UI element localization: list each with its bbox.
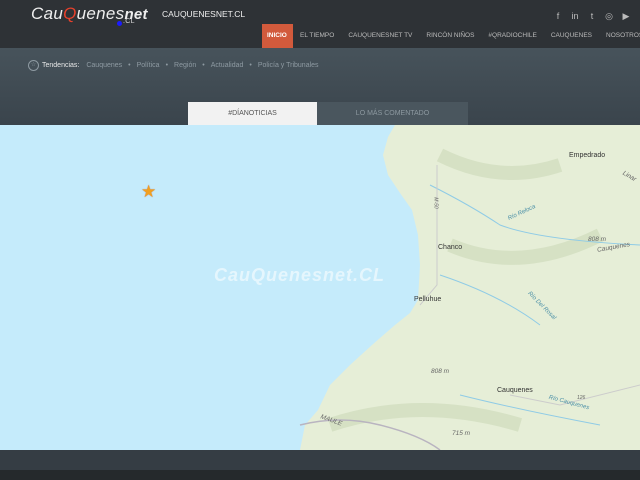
header: CauQuenesnet .CL CAUQUENESNET.CL f in t ◎…	[0, 0, 640, 48]
site-logo[interactable]: CauQuenesnet .CL	[31, 4, 148, 26]
star-marker-icon[interactable]: ★	[141, 182, 156, 202]
trend-link[interactable]: Política	[137, 62, 160, 69]
site-name[interactable]: CAUQUENESNET.CL	[162, 9, 245, 19]
map-label: Chanco	[438, 244, 463, 251]
tab-lo-mas-comentado[interactable]: LO MÁS COMENTADO	[317, 102, 468, 125]
logo-text: Cau	[31, 4, 64, 23]
trend-link[interactable]: Región	[174, 62, 196, 69]
logo-text: uenes	[76, 4, 125, 23]
footer-bottom	[0, 470, 640, 480]
instagram-icon[interactable]: ◎	[605, 11, 613, 22]
map-label: Empedrado	[569, 152, 606, 159]
nav-cauquenes[interactable]: CAUQUENES	[544, 24, 599, 48]
nav-el-tiempo[interactable]: EL TIEMPO	[293, 24, 341, 48]
trend-link[interactable]: Cauquenes	[86, 62, 122, 69]
map-label: 808 m	[588, 236, 607, 243]
nav-rincon-ninos[interactable]: RINCÓN NIÑOS	[419, 24, 481, 48]
map-land	[299, 125, 640, 450]
news-tabs: #DÍANOTICIAS LO MÁS COMENTADO	[188, 102, 468, 125]
nav-inicio[interactable]: INICIO	[262, 24, 293, 48]
map-label: Cauquenes	[497, 387, 533, 394]
map-label: 808 m	[431, 368, 450, 375]
youtube-icon[interactable]: ▶	[622, 11, 630, 22]
social-links: f in t ◎ ▶	[554, 11, 630, 22]
map[interactable]: CauQuenesnet.CL ★ Empedrado Chanco Pellu…	[0, 125, 640, 450]
trend-link[interactable]: Policía y Tribunales	[258, 62, 319, 69]
map-label: 715 m	[452, 430, 471, 437]
trends-label: Tendencias:	[42, 62, 80, 69]
star-circle-icon: ☆	[28, 60, 39, 71]
trends-bar: ☆ Tendencias: Cauquenes • Política • Regió…	[28, 60, 319, 71]
nav-qradiochile[interactable]: #QRADIOCHILE	[481, 24, 543, 48]
tab-dianoticias[interactable]: #DÍANOTICIAS	[188, 102, 317, 125]
linkedin-icon[interactable]: in	[571, 11, 579, 22]
map-label: Pelluhue	[414, 296, 442, 303]
main-nav: INICIO EL TIEMPO CAUQUENESNET TV RINCÓN …	[262, 24, 640, 48]
road-label: 126	[577, 395, 586, 401]
twitter-icon[interactable]: t	[588, 11, 596, 22]
facebook-icon[interactable]: f	[554, 11, 562, 22]
logo-text: .CL	[123, 18, 135, 25]
nav-nosotros[interactable]: NOSOTROS	[599, 24, 640, 48]
road-label: M-50	[432, 197, 439, 209]
logo-text: Q	[63, 4, 77, 23]
nav-cauquenesnet-tv[interactable]: CAUQUENESNET TV	[341, 24, 419, 48]
trend-link[interactable]: Actualidad	[211, 62, 244, 69]
logo-dot	[117, 21, 122, 26]
watermark: CauQuenesnet.CL	[214, 265, 386, 285]
footer-band	[0, 450, 640, 470]
